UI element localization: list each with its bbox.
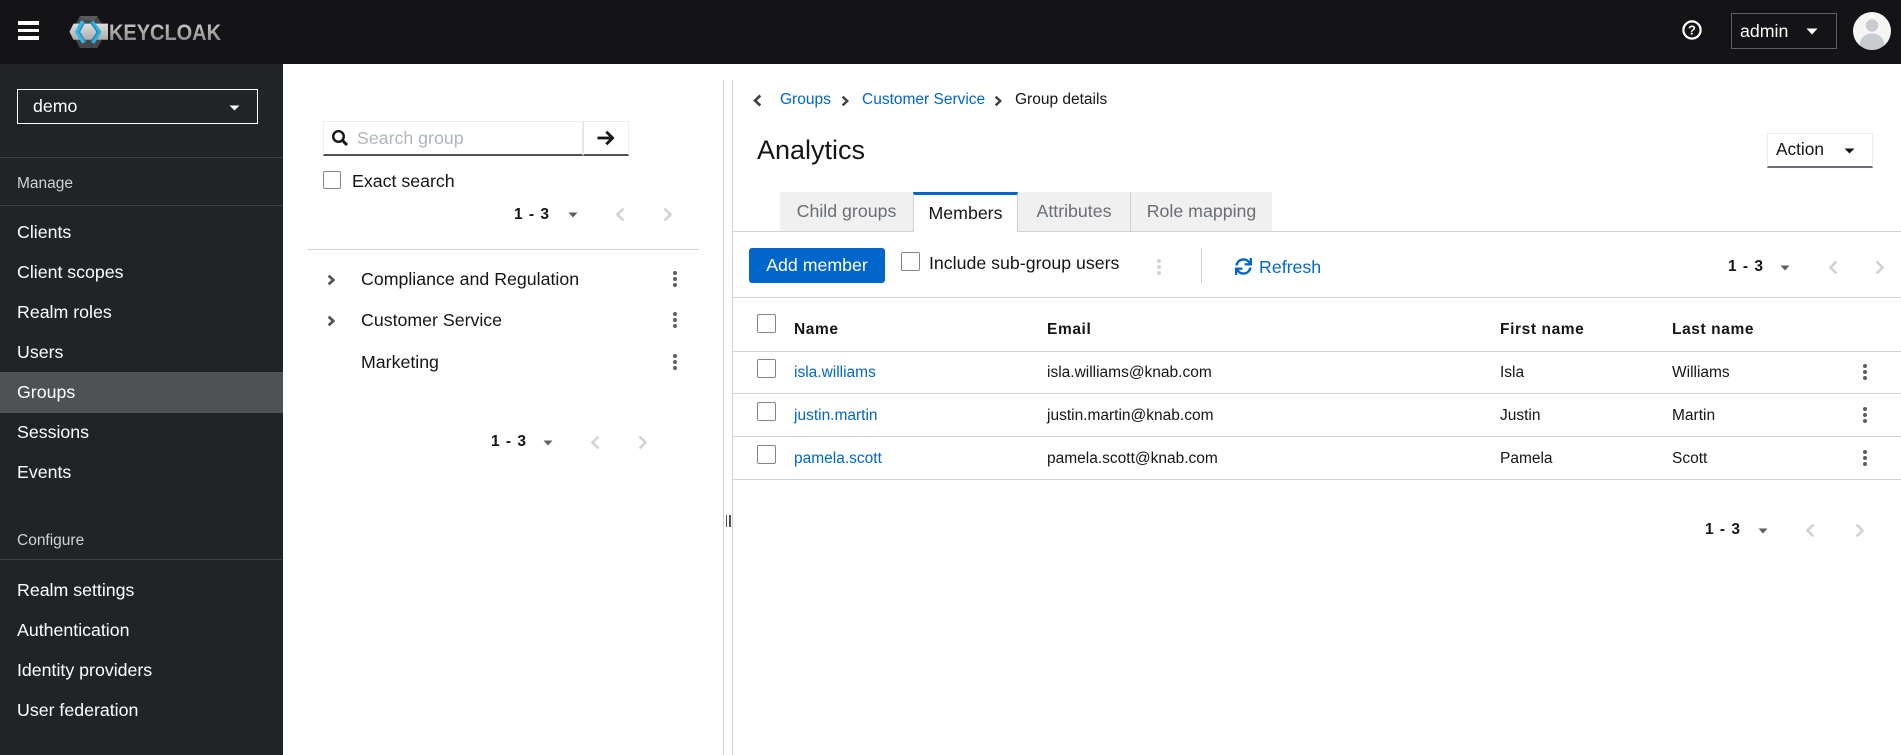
svg-text:?: ? <box>1688 23 1696 38</box>
svg-text:KEYCLOAK: KEYCLOAK <box>109 20 222 45</box>
